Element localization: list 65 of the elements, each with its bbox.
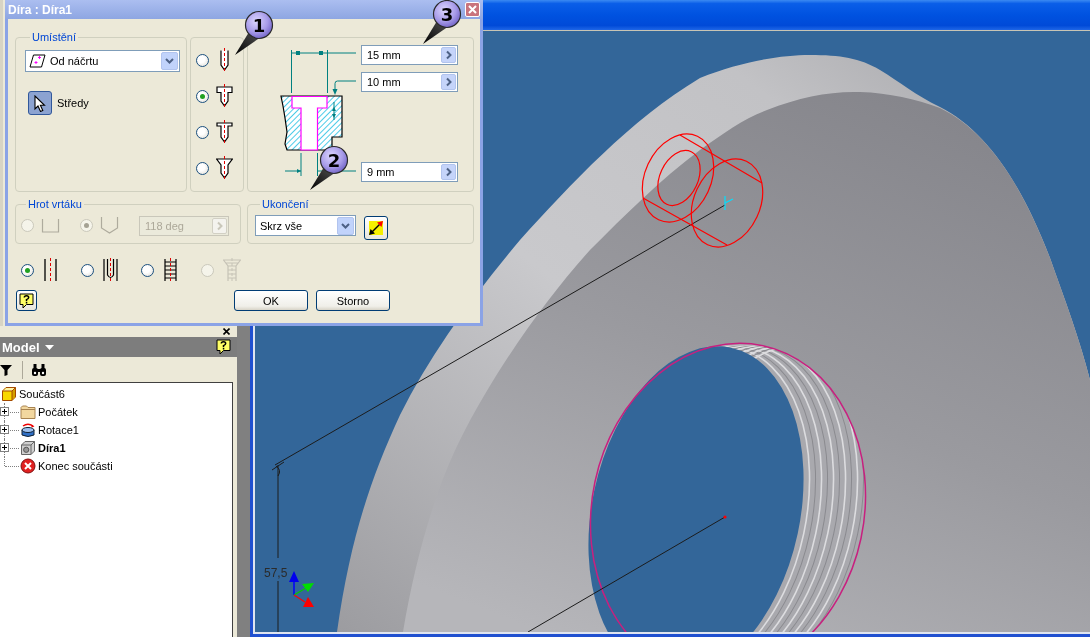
filter-icon[interactable] — [0, 363, 12, 376]
counterbore-hole-icon — [216, 84, 233, 108]
help-button[interactable] — [16, 290, 37, 311]
callout-bubble: 2 — [303, 144, 349, 194]
tree-item[interactable]: Rotace1 — [38, 424, 79, 436]
expand-icon[interactable] — [0, 443, 9, 452]
dimension-field[interactable]: 15 mm — [361, 45, 458, 65]
caret-icon[interactable] — [44, 344, 54, 350]
expand-icon[interactable] — [0, 407, 9, 416]
folder-icon — [20, 404, 36, 420]
termination-dropdown[interactable]: Skrz vše — [255, 215, 356, 236]
dimension-field[interactable]: 10 mm — [361, 72, 458, 92]
hole-outline — [291, 95, 328, 151]
flat-bottom-icon — [41, 218, 60, 233]
browser-title: Model — [2, 339, 40, 355]
clearance-hole-icon — [102, 258, 119, 282]
group-title: Umístění — [31, 30, 77, 44]
tree-item[interactable]: Součást6 — [19, 388, 65, 400]
help-icon — [19, 292, 34, 309]
binoculars-icon[interactable] — [31, 362, 47, 377]
radio-button[interactable] — [81, 263, 94, 277]
radio-button[interactable] — [196, 53, 209, 67]
cancel-button[interactable]: Storno — [316, 290, 390, 311]
arrow-button[interactable] — [441, 47, 456, 63]
tree-item[interactable]: Počátek — [38, 406, 78, 418]
cross-circle-icon — [20, 458, 36, 474]
drilled-hole-icon — [42, 258, 59, 282]
tapped-hole-icon — [162, 258, 179, 282]
group-title: Hrot vrtáku — [27, 197, 83, 211]
close-icon — [468, 5, 477, 14]
radio-button[interactable] — [141, 263, 154, 277]
ok-button[interactable]: OK — [234, 290, 308, 311]
flip-button[interactable] — [364, 216, 388, 240]
group-title: Ukončení — [261, 197, 310, 211]
expand-icon[interactable] — [0, 425, 9, 434]
radio-button[interactable] — [196, 161, 209, 175]
sketch-plane-icon — [29, 54, 46, 68]
arrow-button[interactable] — [441, 74, 456, 90]
radio-button[interactable] — [21, 263, 34, 277]
block-icon — [20, 440, 36, 456]
close-button[interactable] — [465, 2, 480, 17]
sketch-line[interactable] — [527, 516, 726, 632]
countersink-hole-icon — [216, 156, 233, 180]
help-icon[interactable] — [216, 339, 231, 355]
window-title: Díra : Díra1 — [8, 2, 73, 17]
select-button[interactable] — [28, 91, 52, 115]
tree-item[interactable]: Díra1 — [38, 442, 66, 454]
close-icon[interactable] — [223, 328, 230, 335]
radio-button[interactable] — [196, 89, 209, 103]
cube-icon — [1, 386, 17, 402]
arrow-button[interactable] — [441, 164, 456, 180]
dimension-line — [332, 101, 336, 121]
pointed-bottom-icon — [100, 217, 119, 234]
dimension-field[interactable]: 9 mm — [361, 162, 458, 182]
radio-button[interactable] — [196, 125, 209, 139]
tree-item[interactable]: Konec součásti — [38, 460, 113, 472]
taper-tapped-hole-icon — [222, 258, 242, 282]
centers-label: Středy — [57, 97, 89, 109]
arrow-cursor-icon — [34, 94, 46, 112]
axis-triad-icon — [289, 571, 314, 607]
cylinder-icon — [20, 422, 36, 438]
spotface-hole-icon — [216, 120, 233, 144]
diagonal-arrow-icon — [367, 219, 385, 237]
placement-dropdown[interactable]: Od náčrtu — [25, 50, 180, 72]
hole-preview-drawing[interactable] — [641, 133, 764, 248]
